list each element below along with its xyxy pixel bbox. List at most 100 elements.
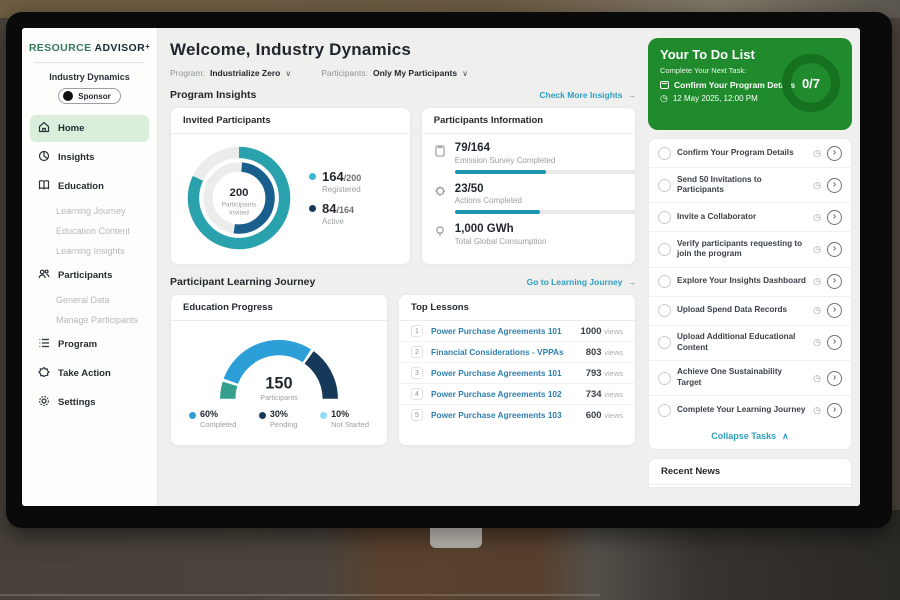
recent-news-heading: Recent News <box>649 459 851 485</box>
svg-text:Participants: Participants <box>260 394 298 402</box>
action-icon <box>38 366 50 381</box>
svg-text:150: 150 <box>265 375 292 393</box>
task-checkbox[interactable] <box>658 179 671 192</box>
task-row: Upload Additional Educational Content ◷ … <box>649 326 851 361</box>
chevron-right-icon[interactable]: › <box>827 371 842 386</box>
app-logo: RESOURCE ADVISOR+ <box>22 38 157 62</box>
filter-bar: Program: Industrialize Zero ∨ Participan… <box>170 68 636 78</box>
app-window: RESOURCE ADVISOR+ Industry Dynamics Spon… <box>22 28 860 506</box>
sidebar-item-home[interactable]: Home <box>30 115 149 142</box>
task-checkbox[interactable] <box>658 211 671 224</box>
rank-badge: 1 <box>411 325 423 337</box>
emission-survey-row: 79/164 Emission Survey Completed <box>434 142 623 174</box>
card-title: Invited Participants <box>171 108 410 134</box>
todo-column: Your To Do List Complete Your Next Task:… <box>648 28 860 506</box>
legend-completed: 60%Completed <box>189 410 236 429</box>
people-icon <box>38 268 50 283</box>
participants-filter-value: Only My Participants <box>373 68 457 78</box>
sidebar-item-learning-insights[interactable]: Learning Insights <box>22 241 157 261</box>
chevron-right-icon[interactable]: › <box>827 178 842 193</box>
card-title: Top Lessons <box>399 295 635 321</box>
check-more-insights-link[interactable]: Check More Insights → <box>539 90 636 100</box>
card-title: Education Progress <box>171 295 387 321</box>
todo-progress-ring: 0/7 <box>782 54 840 112</box>
monitor-bezel: RESOURCE ADVISOR+ Industry Dynamics Spon… <box>6 12 892 528</box>
task-row: Complete Your Learning Journey ◷ › <box>649 396 851 424</box>
recent-news-card: Recent News <box>648 458 852 488</box>
list-icon <box>38 337 50 352</box>
sidebar-item-label: Settings <box>58 397 95 408</box>
todo-progress-count: 0/7 <box>802 76 820 91</box>
chevron-right-icon[interactable]: › <box>827 335 842 350</box>
sidebar-item-participants[interactable]: Participants <box>30 262 149 289</box>
sidebar-item-education-content[interactable]: Education Content <box>22 221 157 241</box>
top-lessons-card: Top Lessons 1 Power Purchase Agreements … <box>398 294 636 446</box>
chevron-right-icon[interactable]: › <box>827 242 842 257</box>
sidebar-item-settings[interactable]: Settings <box>30 389 149 416</box>
lesson-row-5: 5 Power Purchase Agreements 103 600 view… <box>399 405 635 425</box>
program-insights-header: Program Insights Check More Insights → <box>170 89 636 101</box>
learning-journey-heading: Participant Learning Journey <box>170 276 315 288</box>
chevron-right-icon[interactable]: › <box>827 146 842 161</box>
badge-icon <box>434 183 447 215</box>
sidebar-item-program[interactable]: Program <box>30 331 149 358</box>
sidebar-item-label: Take Action <box>58 368 111 379</box>
task-row: Achieve One Sustainability Target ◷ › <box>649 361 851 396</box>
task-row: Upload Spend Data Records ◷ › <box>649 297 851 326</box>
clock-icon: ◷ <box>813 373 821 384</box>
task-checkbox[interactable] <box>658 243 671 256</box>
clock-icon: ◷ <box>813 212 821 223</box>
sidebar-item-label: Participants <box>58 270 112 281</box>
sidebar-item-insights[interactable]: Insights <box>30 144 149 171</box>
task-checkbox[interactable] <box>658 147 671 160</box>
sidebar-item-education[interactable]: Education <box>30 173 149 200</box>
legend-active: 84/164 Active <box>309 202 361 226</box>
chevron-right-icon[interactable]: › <box>827 210 842 225</box>
chevron-right-icon[interactable]: › <box>827 303 842 318</box>
rank-badge: 3 <box>411 367 423 379</box>
sidebar-item-manage-participants[interactable]: Manage Participants <box>22 310 157 330</box>
task-checkbox[interactable] <box>658 404 671 417</box>
education-progress-gauge-chart: 150 Participants <box>204 325 354 407</box>
sidebar-item-take-action[interactable]: Take Action <box>30 360 149 387</box>
go-to-learning-journey-link[interactable]: Go to Learning Journey → <box>527 277 636 287</box>
legend-dot-not-started <box>320 412 327 419</box>
rank-badge: 2 <box>411 346 423 358</box>
program-dropdown[interactable]: Program: Industrialize Zero ∨ <box>170 68 291 78</box>
legend-dot-active <box>309 205 316 212</box>
clock-icon: ◷ <box>660 94 668 103</box>
chevron-right-icon[interactable]: › <box>827 403 842 418</box>
collapse-tasks-link[interactable]: Collapse Tasks ∧ <box>649 424 851 449</box>
task-checkbox[interactable] <box>658 372 671 385</box>
task-list-card: Confirm Your Program Details ◷ › Send 50… <box>648 138 852 450</box>
chevron-down-icon: ∨ <box>285 69 291 78</box>
sidebar-item-learning-journey[interactable]: Learning Journey <box>22 201 157 221</box>
invited-participants-donut-chart: 200 Participants Invited <box>181 140 297 256</box>
participants-dropdown[interactable]: Participants: Only My Participants ∨ <box>321 68 468 78</box>
calendar-icon <box>660 81 669 89</box>
rank-badge: 5 <box>411 409 423 421</box>
sponsor-badge[interactable]: Sponsor <box>58 88 120 104</box>
legend-dot-pending <box>259 412 266 419</box>
donut-legend: 164/200 Registered 84/164 Active <box>309 162 361 234</box>
task-checkbox[interactable] <box>658 336 671 349</box>
chevron-right-icon[interactable]: › <box>827 274 842 289</box>
lesson-link[interactable]: Power Purchase Agreements 103 <box>431 410 578 420</box>
actions-progress-bar <box>455 210 636 214</box>
sidebar-item-general-data[interactable]: General Data <box>22 290 157 310</box>
task-checkbox[interactable] <box>658 304 671 317</box>
lesson-row-2: 2 Financial Considerations - VPPAs 803 v… <box>399 342 635 363</box>
lesson-link[interactable]: Power Purchase Agreements 102 <box>431 389 578 399</box>
task-checkbox[interactable] <box>658 275 671 288</box>
svg-text:Participants: Participants <box>221 201 257 208</box>
lesson-link[interactable]: Power Purchase Agreements 101 <box>431 326 572 336</box>
logo-divider <box>34 62 145 63</box>
lesson-link[interactable]: Financial Considerations - VPPAs <box>431 347 578 357</box>
lesson-link[interactable]: Power Purchase Agreements 101 <box>431 368 578 378</box>
page-title: Welcome, Industry Dynamics <box>170 40 636 60</box>
legend-registered: 164/200 Registered <box>309 170 361 194</box>
insights-cards-row: Invited Participants 200 Participants In… <box>170 107 636 265</box>
clock-icon: ◷ <box>813 337 821 348</box>
arrow-right-icon: → <box>628 90 637 100</box>
actions-completed-row: 23/50 Actions Completed <box>434 183 623 215</box>
